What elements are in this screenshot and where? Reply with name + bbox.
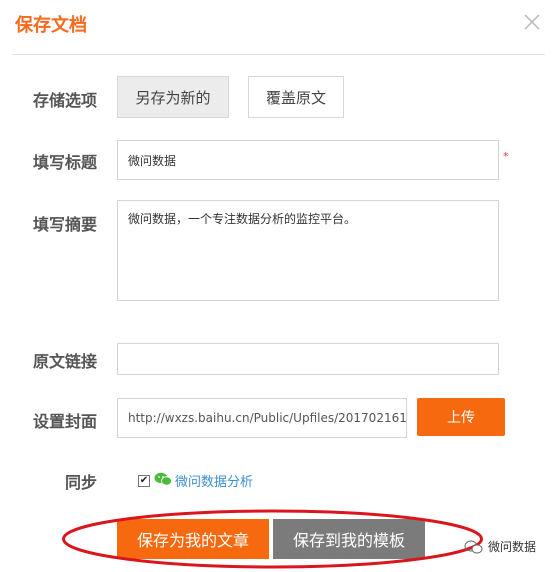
title-input[interactable]: 微问数据: [117, 140, 499, 180]
save-as-article-button[interactable]: 保存为我的文章: [117, 519, 269, 559]
original-link-input[interactable]: [117, 343, 499, 375]
header-divider: [12, 54, 545, 55]
sync-channel-link[interactable]: 微问数据分析: [175, 471, 253, 490]
sync-checkbox[interactable]: ✔: [138, 475, 150, 487]
dialog-title: 保存文档: [15, 15, 87, 36]
save-to-template-button[interactable]: 保存到我的模板: [273, 519, 425, 559]
watermark-wechat-icon: [464, 540, 483, 553]
cover-label: 设置封面: [33, 412, 98, 431]
save-options-label: 存储选项: [33, 91, 98, 110]
watermark: 微问数据: [464, 538, 536, 555]
cover-url-input[interactable]: http://wxzs.baihu.cn/Public/Upfiles/2017…: [117, 398, 407, 438]
summary-textarea[interactable]: 微问数据，一个专注数据分析的监控平台。: [117, 200, 499, 301]
save-as-new-button[interactable]: 另存为新的: [117, 76, 229, 118]
watermark-text: 微问数据: [488, 540, 537, 554]
summary-label: 填写摘要: [33, 215, 98, 234]
original-link-label: 原文链接: [33, 352, 98, 371]
wechat-icon: [154, 472, 172, 486]
sync-label: 同步: [65, 473, 98, 492]
close-icon[interactable]: [520, 10, 544, 34]
overwrite-original-button[interactable]: 覆盖原文: [248, 76, 344, 118]
upload-button[interactable]: 上传: [417, 398, 505, 436]
title-label: 填写标题: [33, 153, 98, 172]
required-mark: *: [503, 150, 509, 163]
